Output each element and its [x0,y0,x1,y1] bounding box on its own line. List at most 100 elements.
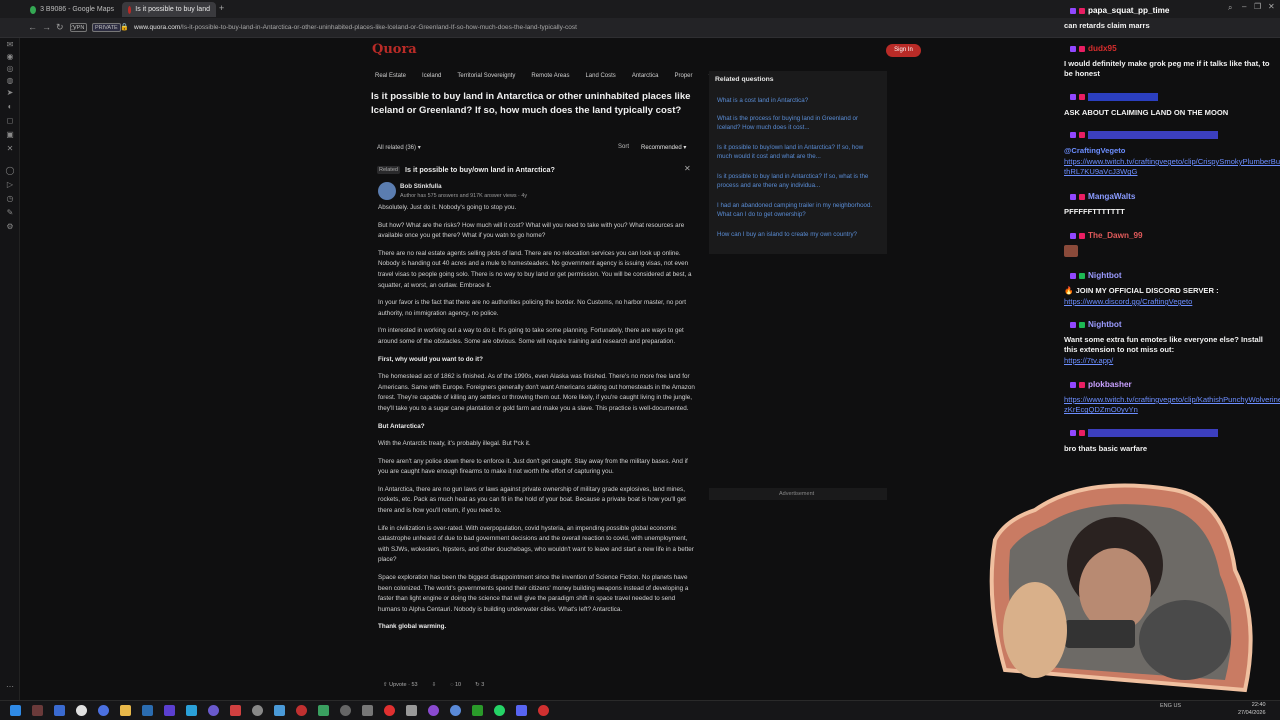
app-icon[interactable] [32,705,43,716]
new-tab-button[interactable]: + [219,3,224,13]
chat-mention[interactable]: @CraftingVegeto [1064,146,1125,156]
related-question-item[interactable]: What is a cost land in Antarctica? [717,96,879,105]
x-icon[interactable]: ✕ [5,144,15,154]
share-button[interactable]: ↻ 3 [475,682,484,688]
back-icon[interactable]: ← [28,22,37,32]
vpn-badge[interactable]: VPN [70,23,88,32]
discord-icon[interactable]: ◐ [5,102,15,112]
close-window-button[interactable]: ✕ [1268,2,1275,11]
private-badge[interactable]: PRIVATE [92,23,121,32]
messenger-icon[interactable]: ◎ [5,64,15,74]
chat-username[interactable]: MangaWalts [1070,192,1135,201]
reload-icon[interactable]: ↻ [56,22,64,33]
related-question-item[interactable]: I had an abandoned camping trailer in my… [717,201,879,220]
gift-badge-icon [1079,94,1085,100]
forward-icon[interactable]: → [42,22,51,32]
related-question-item[interactable]: Is it possible to buy/own land in Antarc… [717,143,879,162]
upvote-button[interactable]: ⇧ Upvote · 53 [383,682,418,688]
chat-link[interactable]: https://www.twitch.tv/craftingvegeto/cli… [1064,395,1280,416]
chat-message: I would definitely make grok peg me if i… [1064,59,1270,79]
quora-logo[interactable]: Quora [372,42,417,57]
url-field[interactable]: www.quora.com/Is-it-possible-to-buy-land… [134,24,577,31]
whatsapp-icon[interactable]: ◍ [5,76,15,86]
app-icon[interactable] [274,705,285,716]
youtube-icon[interactable] [384,705,395,716]
app-icon[interactable] [54,705,65,716]
twitch-icon[interactable]: ▣ [5,130,15,140]
all-related-dropdown[interactable]: All related (36) ▾ [377,144,421,151]
minimize-button[interactable]: – [1242,2,1246,11]
avatar[interactable] [378,182,396,200]
app-icon[interactable] [318,705,329,716]
player-icon[interactable]: ▷ [5,180,15,190]
discord-icon[interactable] [208,705,219,716]
tab-google-maps[interactable]: 3 B9086 - Google Maps [24,2,120,17]
clock[interactable]: 22:40 27/04/2026 [1238,701,1266,717]
tab-quora[interactable]: Is it possible to buy land [122,2,216,17]
tools-icon[interactable]: ✎ [5,208,15,218]
topic-chip[interactable]: Land Costs [582,72,618,84]
music-icon[interactable]: ◯ [5,166,15,176]
chat-username[interactable] [1070,131,1218,139]
chat-link[interactable]: https://7tv.app/ [1064,356,1113,366]
topic-chip[interactable]: Territorial Sovereignty [454,72,518,84]
comment-button[interactable]: ◌ 10 [450,682,461,688]
topic-chip[interactable]: Antarctica [629,72,662,84]
related-question-item[interactable]: Is it possible to buy land in Antarctica… [717,172,879,191]
app-icon[interactable] [428,705,439,716]
chat-username[interactable]: Nightbot [1070,271,1122,280]
sign-in-button[interactable]: Sign In [886,44,921,57]
app-icon[interactable] [296,705,307,716]
related-question-link[interactable]: Is it possible to buy/own land in Antarc… [405,165,555,174]
system-tray[interactable]: ENG US [1160,703,1181,709]
mail-icon[interactable]: ✉ [5,40,15,50]
history-icon[interactable]: ◷ [5,194,15,204]
chrome-icon[interactable] [76,705,87,716]
more-icon[interactable]: ⋯ [5,682,15,692]
sub-badge-icon [1070,45,1076,52]
chat-username[interactable]: papa_squat_pp_time [1070,6,1169,15]
chat-username[interactable] [1070,93,1158,101]
chat-link[interactable]: https://www.twitch.tv/craftingvegeto/cli… [1064,157,1280,178]
downvote-icon[interactable]: ⇩ [432,682,437,688]
topic-chip[interactable]: Iceland [419,72,444,84]
telegram-icon[interactable]: ➤ [5,88,15,98]
vscode-icon[interactable] [142,705,153,716]
start-icon[interactable] [10,705,21,716]
chat-username[interactable]: plokbasher [1070,380,1132,389]
author-name[interactable]: Bob Stinkfulla [400,183,442,190]
topic-chip[interactable]: Remote Areas [528,72,572,84]
app-icon[interactable] [406,705,417,716]
whatsapp-icon[interactable] [494,705,505,716]
search-icon[interactable]: ⌕ [1228,3,1232,13]
app-icon[interactable] [538,705,549,716]
app-icon[interactable] [340,705,351,716]
topic-chip[interactable]: Proper [672,72,696,84]
sub-badge-icon [1070,94,1076,100]
app-icon[interactable] [186,705,197,716]
maximize-button[interactable]: ❐ [1254,2,1261,11]
app-icon[interactable] [230,705,241,716]
settings-icon[interactable]: ⚙ [5,222,15,232]
sort-dropdown[interactable]: Recommended ▾ [641,144,686,151]
app-icon[interactable] [516,705,527,716]
app-icon[interactable] [252,705,263,716]
chat-username[interactable] [1070,429,1218,437]
chat-icon[interactable]: ◉ [5,52,15,62]
related-question-item[interactable]: What is the process for buying land in G… [717,114,879,133]
close-icon[interactable]: ✕ [684,164,691,173]
instagram-icon[interactable]: ◻ [5,116,15,126]
quora-icon [128,5,132,14]
topic-chip[interactable]: Real Estate [372,72,409,84]
chat-link[interactable]: https://www.discord.gg/CraftingVegeto [1064,297,1192,307]
app-icon[interactable] [450,705,461,716]
app-icon[interactable] [98,705,109,716]
app-icon[interactable] [362,705,373,716]
app-icon[interactable] [164,705,175,716]
chat-username[interactable]: dudx95 [1070,44,1117,53]
chat-username[interactable]: Nightbot [1070,320,1122,329]
chat-username[interactable]: The_Dawn_99 [1070,231,1143,240]
xbox-icon[interactable] [472,705,483,716]
related-question-item[interactable]: How can I buy an island to create my own… [717,230,879,239]
folder-icon[interactable] [120,705,131,716]
